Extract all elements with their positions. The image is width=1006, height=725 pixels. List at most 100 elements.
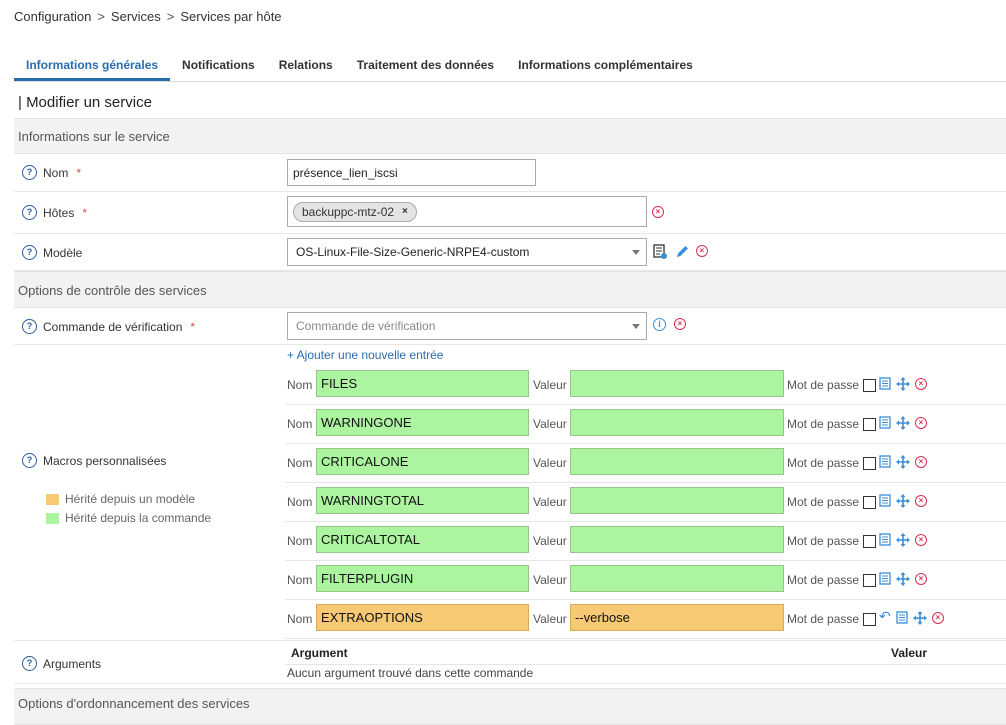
section-title: Options d'ordonnancement des services xyxy=(18,696,250,711)
macro-name-input[interactable]: FILES xyxy=(316,370,529,397)
password-checkbox[interactable] xyxy=(863,613,876,626)
password-checkbox[interactable] xyxy=(863,496,876,509)
remove-icon[interactable]: × xyxy=(915,495,927,507)
remove-icon[interactable]: × xyxy=(915,378,927,390)
macro-value-input[interactable] xyxy=(570,565,784,592)
macro-row: Nom FILTERPLUGIN Valeur Mot de passe × xyxy=(285,561,1006,600)
macro-name-input[interactable]: WARNINGONE xyxy=(316,409,529,436)
move-icon[interactable] xyxy=(896,572,910,586)
host-chip-label: backuppc-mtz-02 xyxy=(302,204,395,219)
help-icon[interactable]: ? xyxy=(22,319,37,334)
help-icon[interactable]: ? xyxy=(22,205,37,220)
macro-name-input[interactable]: CRITICALONE xyxy=(316,448,529,475)
macro-value-input[interactable] xyxy=(570,370,784,397)
macro-value-input[interactable] xyxy=(570,526,784,553)
password-checkbox[interactable] xyxy=(863,535,876,548)
chevron-down-icon xyxy=(632,250,640,255)
tab-bar: Informations générales Notifications Rel… xyxy=(14,53,1006,82)
macro-name-input[interactable]: WARNINGTOTAL xyxy=(316,487,529,514)
macro-value-input[interactable]: --verbose xyxy=(570,604,784,631)
description-icon[interactable] xyxy=(879,494,891,507)
description-icon[interactable] xyxy=(879,533,891,546)
help-icon[interactable]: ? xyxy=(22,165,37,180)
macro-password-label: Mot de passe xyxy=(787,573,860,587)
breadcrumb-services[interactable]: Services xyxy=(111,9,161,24)
macro-password-label: Mot de passe xyxy=(787,378,860,392)
macro-value-input[interactable] xyxy=(570,409,784,436)
tab-extended-info[interactable]: Informations complémentaires xyxy=(506,53,705,80)
macro-name-label: Nom xyxy=(287,456,313,470)
name-input[interactable]: présence_lien_iscsi xyxy=(287,159,536,186)
check-command-placeholder: Commande de vérification xyxy=(296,319,436,333)
revert-icon[interactable]: ↶ xyxy=(879,608,891,625)
move-icon[interactable] xyxy=(896,533,910,547)
breadcrumb-separator: > xyxy=(166,9,175,24)
remove-icon[interactable]: × xyxy=(915,417,927,429)
hosts-multiselect[interactable]: backuppc-mtz-02 × xyxy=(287,196,647,227)
password-checkbox[interactable] xyxy=(863,379,876,392)
description-icon[interactable] xyxy=(896,611,908,624)
remove-icon[interactable]: × xyxy=(696,245,708,257)
help-icon[interactable]: ? xyxy=(22,656,37,671)
remove-icon[interactable]: × xyxy=(915,456,927,468)
template-label-group: ? Modèle xyxy=(22,245,82,260)
remove-icon[interactable]: × xyxy=(915,573,927,585)
arguments-empty-message: Aucun argument trouvé dans cette command… xyxy=(287,666,534,680)
breadcrumb-configuration[interactable]: Configuration xyxy=(14,9,91,24)
move-icon[interactable] xyxy=(896,377,910,391)
tab-relations[interactable]: Relations xyxy=(267,53,345,80)
macro-name-label: Nom xyxy=(287,534,313,548)
check-command-label: Commande de vérification xyxy=(43,319,183,334)
info-icon[interactable]: i xyxy=(653,318,666,331)
legend-command: Hérité depuis la commande xyxy=(46,511,211,525)
section-service-info: Informations sur le service xyxy=(14,118,1006,154)
description-icon[interactable] xyxy=(879,455,891,468)
check-command-label-group: ? Commande de vérification * xyxy=(22,319,195,334)
tab-general-info[interactable]: Informations générales xyxy=(14,53,171,81)
password-checkbox[interactable] xyxy=(863,574,876,587)
macro-name-label: Nom xyxy=(287,378,313,392)
tab-notifications[interactable]: Notifications xyxy=(170,53,267,80)
legend-command-label: Hérité depuis la commande xyxy=(65,511,212,525)
add-macro-link[interactable]: + Ajouter une nouvelle entrée xyxy=(287,348,443,362)
template-select[interactable]: OS-Linux-File-Size-Generic-NRPE4-custom xyxy=(287,238,647,266)
description-icon[interactable] xyxy=(879,572,891,585)
remove-icon[interactable]: × xyxy=(674,318,686,330)
help-icon[interactable]: ? xyxy=(22,245,37,260)
remove-icon[interactable]: × xyxy=(652,206,664,218)
check-command-select[interactable]: Commande de vérification xyxy=(287,312,647,340)
template-value: OS-Linux-File-Size-Generic-NRPE4-custom xyxy=(296,245,530,259)
macro-password-label: Mot de passe xyxy=(787,456,860,470)
macro-value-label: Valeur xyxy=(533,456,567,470)
argument-column-header: Argument xyxy=(291,646,348,660)
chip-remove-icon[interactable]: × xyxy=(402,206,408,217)
macro-name-input[interactable]: EXTRAOPTIONS xyxy=(316,604,529,631)
description-icon[interactable] xyxy=(879,377,891,390)
hosts-label: Hôtes xyxy=(43,205,75,220)
macro-value-input[interactable] xyxy=(570,448,784,475)
required-marker: * xyxy=(190,319,196,334)
help-icon[interactable]: ? xyxy=(22,453,37,468)
legend-template-label: Hérité depuis un modèle xyxy=(65,492,196,506)
arguments-label: Arguments xyxy=(43,656,102,671)
remove-icon[interactable]: × xyxy=(915,534,927,546)
macro-row: Nom CRITICALTOTAL Valeur Mot de passe × xyxy=(285,522,1006,561)
remove-icon[interactable]: × xyxy=(932,612,944,624)
password-checkbox[interactable] xyxy=(863,457,876,470)
macro-name-input[interactable]: FILTERPLUGIN xyxy=(316,565,529,592)
move-icon[interactable] xyxy=(896,494,910,508)
tab-data-processing[interactable]: Traitement des données xyxy=(345,53,506,80)
move-icon[interactable] xyxy=(896,455,910,469)
breadcrumb-services-par-hote[interactable]: Services par hôte xyxy=(180,9,281,24)
move-icon[interactable] xyxy=(896,416,910,430)
move-icon[interactable] xyxy=(913,611,927,625)
edit-pencil-icon[interactable] xyxy=(675,244,690,259)
template-view-icon[interactable] xyxy=(653,244,668,260)
row-hosts: ? Hôtes * backuppc-mtz-02 × × xyxy=(14,192,1006,234)
hosts-label-group: ? Hôtes * xyxy=(22,205,87,220)
macro-value-input[interactable] xyxy=(570,487,784,514)
macros-label-group: ? Macros personnalisées xyxy=(22,453,166,468)
password-checkbox[interactable] xyxy=(863,418,876,431)
description-icon[interactable] xyxy=(879,416,891,429)
macro-name-input[interactable]: CRITICALTOTAL xyxy=(316,526,529,553)
